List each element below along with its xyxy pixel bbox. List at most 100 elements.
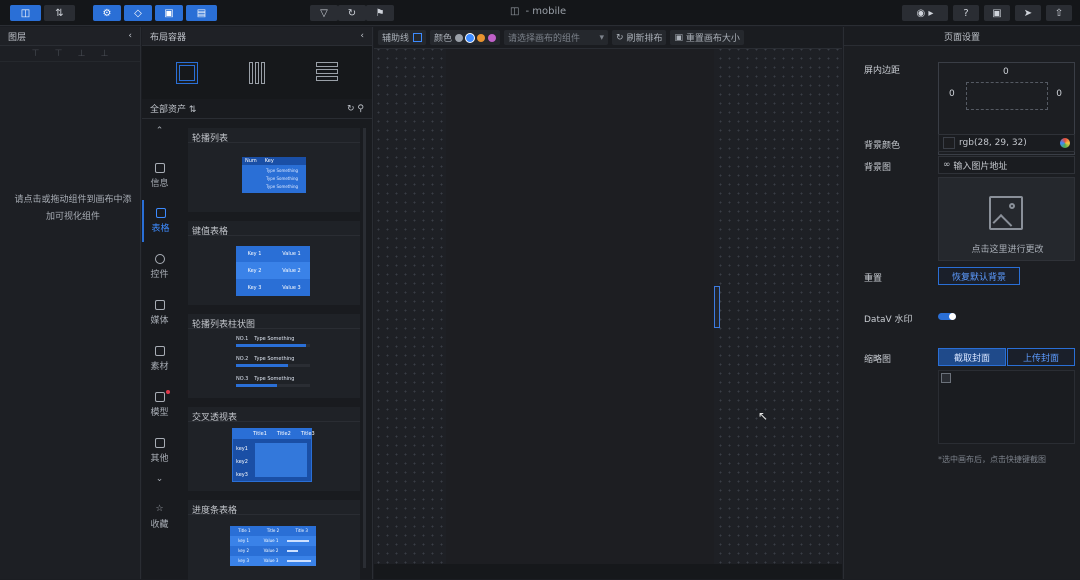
preview-value: Value 3 [273,279,310,296]
reset-background-button[interactable]: 恢复默认背景 [938,267,1020,285]
move-bottom-icon[interactable]: ⊥ [101,49,109,59]
category-favorites[interactable]: ☆ 收藏 [142,496,177,538]
preview-progress-bar [286,550,298,552]
upload-cover-button[interactable]: 上传封面 [1007,348,1075,366]
bg-image-url-placeholder: 输入图片地址 [953,161,1008,172]
component-card[interactable]: 交叉透视表 Title1 Title2 Title3 key1 key2 key3 [188,407,360,491]
rearrange-button[interactable]: ↻ 刷新排布 [612,30,667,45]
category-other[interactable]: 其他 [142,430,177,472]
refresh-button[interactable]: ↻ [338,5,366,21]
preview-key: Key 2 [236,262,273,279]
component-card[interactable]: 轮播列表 Num Key Type Something Type Somethin… [188,128,360,212]
top-toolbar: ◫ ⇅ ⚙ ◇ ▣ ▤ ▽ ↻ ⚑ ◫ - mobile ◉ ▸ ? ▣ ➤ ⇧ [0,0,1080,26]
collapse-icon[interactable]: ‹ [360,31,364,41]
guides-toggle[interactable]: 辅助线 [378,30,427,45]
bg-image-upload[interactable]: 点击这里进行更改 [938,177,1075,261]
component-card[interactable]: 轮播列表柱状图 NO.1 Type Something NO.2 Type Some… [188,314,360,398]
color-swatch-purple[interactable] [488,33,497,42]
mouse-cursor-icon: ↖ [758,409,769,423]
guides-label: 辅助线 [382,34,410,44]
category-model[interactable]: 模型 [142,384,177,426]
help-button[interactable]: ? [953,5,979,21]
asset-filter-dropdown[interactable]: 全部资产 ⇅ [150,102,196,115]
canvas-area[interactable]: 辅助线 颜色 请选择画布的组件 ▾ ↻ 刷新排布 ▣ 重置画布大小 ↖ [374,27,842,579]
layer-toggle-button[interactable]: ◫ [10,5,41,21]
columns-layout-icon[interactable] [246,61,268,84]
move-top-icon[interactable]: ⊤ [55,49,63,59]
refresh-icon: ↻ [616,32,627,43]
component-select[interactable]: 请选择画布的组件 ▾ [504,30,609,45]
color-swatch-gray[interactable] [455,33,464,42]
component-icon: ⇅ [55,7,64,19]
component-card[interactable]: 键值表格 Key 1 Value 1 Key 2 Value 2 Key 3 Valu… [188,221,360,305]
category-scroll-up[interactable]: ⌃ [142,120,177,142]
category-scroll-down[interactable]: ⌄ [142,468,177,490]
carousel-bar-preview: NO.1 Type Something NO.2 Type Something NO… [236,336,310,396]
panel-icon: ▣ [164,7,174,19]
preview-row: Type Something [266,184,299,189]
category-list: ⌃ 信息 表格 控件 媒体 素材 模型 其他 ⌄ ☆ 收藏 [142,120,177,579]
resize-handle[interactable] [714,286,720,328]
flag-button[interactable]: ⚑ [366,5,394,21]
category-info[interactable]: 信息 [142,155,177,197]
category-material[interactable]: 素材 [142,338,177,380]
category-label: 收藏 [150,520,169,530]
reset-canvas-size-button[interactable]: ▣ 重置画布大小 [670,30,744,45]
broken-image-icon [941,373,951,383]
refresh-icon[interactable]: ↻ [347,104,355,114]
carousel-list-preview: Num Key Type Something Type Something Typ… [242,157,306,193]
move-up-icon[interactable]: ⊤ [32,49,40,59]
preview-button[interactable]: ◉ ▸ [902,5,948,21]
move-down-icon[interactable]: ⊥ [78,49,86,59]
preview-cells [255,443,307,477]
margin-label: 屏内边距 [864,66,901,76]
preview-progress-bar [236,364,288,367]
bg-upload-hint: 点击这里进行更改 [971,245,1044,255]
cards-scrollbar[interactable] [363,128,366,568]
send-button[interactable]: ➤ [1015,5,1041,21]
progress-table-preview: Title 1 Title 2 Title 3 key 1 Value 1 key 2… [230,526,316,574]
window-button[interactable]: ▣ [984,5,1010,21]
guides-checkbox[interactable] [413,33,423,42]
filter-icon: ▽ [320,7,328,19]
canvas-toolbar: 辅助线 颜色 请选择画布的组件 ▾ ↻ 刷新排布 ▣ 重置画布大小 [374,27,842,49]
bg-color-field[interactable]: rgb(28, 29, 32) [938,134,1075,152]
preview-row: Type Something [266,168,299,173]
bg-color-label: 背景颜色 [864,141,901,151]
collapse-icon[interactable]: ‹ [128,31,132,41]
watermark-toggle[interactable] [938,313,956,320]
category-table[interactable]: 表格 [142,200,177,242]
search-icon[interactable]: ⚲ [357,104,364,114]
margin-left-value[interactable]: 0 [949,89,955,99]
upload-button[interactable]: ⇧ [1046,5,1072,21]
category-media[interactable]: 媒体 [142,292,177,334]
help-icon: ? [963,7,969,19]
category-control[interactable]: 控件 [142,246,177,288]
mobile-screen[interactable] [446,49,714,564]
rows-layout-icon[interactable] [316,61,338,84]
single-layout-icon[interactable] [176,61,198,84]
refresh-icon: ↻ [347,7,357,19]
canvas-horizontal-scrollbar[interactable] [374,564,842,579]
margin-right-value[interactable]: 0 [1056,89,1062,99]
component-toggle-button[interactable]: ⇅ [44,5,75,21]
component-card[interactable]: 进度条表格 Title 1 Title 2 Title 3 key 1 Value 1… [188,500,360,580]
color-swatch-blue[interactable] [466,33,475,42]
bg-image-url-input[interactable]: ∞ 输入图片地址 [938,156,1075,174]
preview-key: key 2 [238,548,250,553]
preview-rank: NO.3 [236,376,249,382]
margin-top-value[interactable]: 0 [1003,67,1009,77]
panel-button[interactable]: ▣ [155,5,183,21]
color-swatch-orange[interactable] [477,33,486,42]
filter-button[interactable]: ▽ [310,5,338,21]
settings-button[interactable]: ⚙ [93,5,121,21]
thumbnail-label: 缩略图 [864,355,892,365]
bg-color-swatch[interactable] [943,137,955,149]
preview-header: Title 3 [295,528,308,533]
preview-progress-cell [285,556,316,566]
capture-cover-button[interactable]: 截取封面 [938,348,1006,366]
cube-button[interactable]: ◇ [124,5,152,21]
upload-icon: ⇧ [1054,7,1064,19]
save-button[interactable]: ▤ [186,5,217,21]
color-wheel-icon[interactable] [1060,138,1070,148]
